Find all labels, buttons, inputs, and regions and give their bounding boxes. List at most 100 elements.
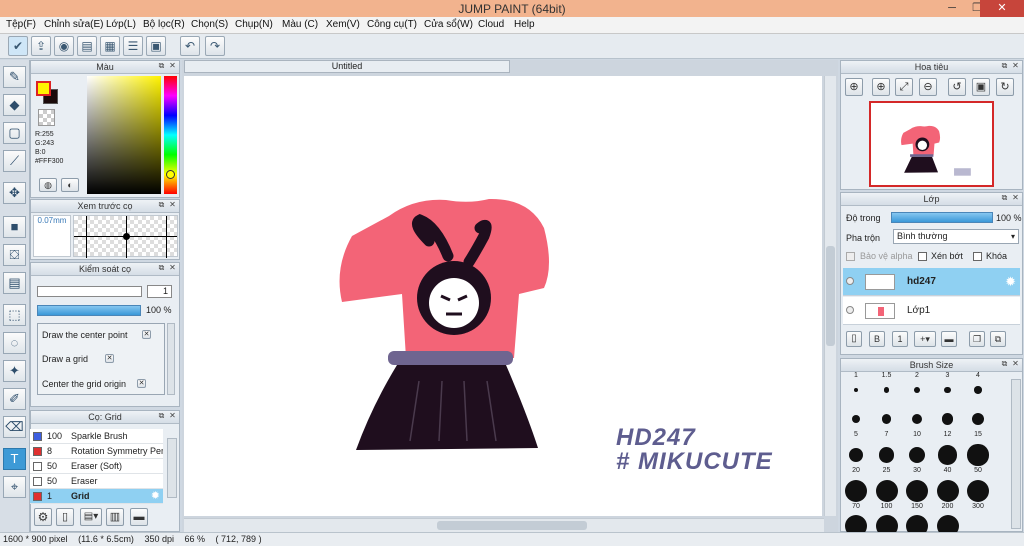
layer-row[interactable]: Lớp1: [843, 297, 1020, 325]
brush-size-dot[interactable]: [875, 480, 898, 502]
rotate-right-icon[interactable]: ↻: [996, 78, 1014, 96]
horizontal-scroll-thumb[interactable]: [437, 521, 587, 530]
menu-file[interactable]: Tệp(F): [6, 19, 36, 30]
redo-icon[interactable]: ↷: [205, 36, 225, 56]
eraser-tool-icon[interactable]: ◆: [3, 94, 26, 116]
transparent-swatch[interactable]: [38, 109, 55, 126]
rotate-left-icon[interactable]: ↺: [948, 78, 966, 96]
minimize-button[interactable]: ─: [938, 0, 966, 17]
vertical-scrollbar[interactable]: [824, 76, 836, 516]
line-tool-icon[interactable]: ⟋: [3, 150, 26, 172]
message-icon[interactable]: ▤: [77, 36, 97, 56]
brush-settings-icon[interactable]: ✹: [151, 489, 160, 503]
panel-close-icon[interactable]: ✕: [167, 200, 178, 211]
brush-size-dot[interactable]: [848, 447, 864, 463]
duplicate-layer-icon[interactable]: ❐: [969, 331, 985, 347]
gradient-tool-icon[interactable]: ▤: [3, 272, 26, 294]
layer-row[interactable]: hd247 ✹: [843, 268, 1020, 296]
brush-size-dot[interactable]: [936, 480, 959, 502]
brush-tool-icon[interactable]: ✎: [3, 66, 26, 88]
menu-layer[interactable]: Lớp(L): [106, 19, 136, 30]
panel-layout-icon[interactable]: ▣: [146, 36, 166, 56]
fit-screen-icon[interactable]: ⤢: [895, 78, 913, 96]
menu-view[interactable]: Xem(V): [326, 19, 360, 30]
panel-close-icon[interactable]: ✕: [167, 263, 178, 274]
magic-wand-icon[interactable]: ✦: [3, 360, 26, 382]
layer-folder-icon[interactable]: ▬: [941, 331, 957, 347]
new-layer-b-icon[interactable]: B: [869, 331, 885, 347]
option-grid-origin-checkbox[interactable]: ✕: [137, 379, 146, 388]
layer-settings-icon[interactable]: ✹: [1005, 274, 1016, 290]
menu-edit[interactable]: Chỉnh sửa(E): [44, 19, 104, 30]
brush-size-dot[interactable]: [845, 480, 867, 502]
brush-menu-icon[interactable]: ▤▾: [80, 508, 102, 526]
brush-size-dot[interactable]: [941, 413, 954, 425]
options-scrollbar[interactable]: [167, 323, 175, 395]
brush-size-dot[interactable]: [883, 387, 890, 393]
brush-list-item[interactable]: 100 Sparkle Brush: [30, 429, 163, 444]
clipping-checkbox[interactable]: [918, 252, 927, 261]
option-center-point-checkbox[interactable]: ✕: [142, 330, 151, 339]
navigator-thumbnail[interactable]: [869, 101, 994, 187]
select-eraser-icon[interactable]: ⌫: [3, 416, 26, 438]
close-button[interactable]: ✕: [980, 0, 1024, 17]
brush-size-input[interactable]: 1: [147, 285, 172, 298]
brush-size-dot[interactable]: [974, 386, 982, 394]
brush-size-dot[interactable]: [878, 447, 895, 463]
menu-window[interactable]: Cửa sổ(W): [424, 19, 473, 30]
reset-view-icon[interactable]: ▣: [972, 78, 990, 96]
eye-icon[interactable]: [846, 277, 854, 285]
brush-size-dot[interactable]: [944, 386, 951, 394]
popout-icon[interactable]: ⧉: [156, 61, 167, 72]
brush-size-dot[interactable]: [851, 414, 860, 423]
eyedropper-tool-icon[interactable]: ⌖: [3, 476, 26, 498]
menu-filter[interactable]: Bộ lọc(R): [143, 19, 185, 30]
move-tool-icon[interactable]: ✥: [3, 182, 26, 204]
drawing-canvas[interactable]: HD247 # MIKUCUTE: [184, 76, 822, 516]
brush-options-icon[interactable]: ⚙: [34, 508, 52, 526]
popout-icon[interactable]: ⧉: [999, 193, 1010, 204]
menu-capture[interactable]: Chụp(N): [235, 19, 273, 30]
vertical-scroll-thumb[interactable]: [826, 246, 835, 346]
lasso-select-icon[interactable]: ◌: [3, 332, 26, 354]
hue-handle[interactable]: [166, 170, 175, 179]
brush-copy-icon[interactable]: ▥: [106, 508, 124, 526]
zoom-in-icon[interactable]: ⊕: [872, 78, 890, 96]
zoom-out-icon[interactable]: ⊖: [919, 78, 937, 96]
brush-folder-icon[interactable]: ▬: [130, 508, 148, 526]
brush-size-dot[interactable]: [967, 444, 989, 466]
foreground-color-swatch[interactable]: [36, 81, 51, 96]
brush-list-item[interactable]: 1 Grid ✹: [30, 489, 163, 504]
select-pen-icon[interactable]: ✐: [3, 388, 26, 410]
popout-icon[interactable]: ⧉: [156, 263, 167, 274]
new-layer-1-icon[interactable]: 1: [892, 331, 908, 347]
menu-color[interactable]: Màu (C): [282, 19, 318, 30]
brush-size-dot[interactable]: [914, 387, 920, 393]
add-layer-menu-icon[interactable]: +▾: [914, 331, 936, 347]
color-wheel-icon[interactable]: ◍: [39, 178, 57, 192]
horizontal-scrollbar[interactable]: [184, 518, 824, 532]
popout-icon[interactable]: ⧉: [156, 200, 167, 211]
panel-close-icon[interactable]: ✕: [167, 411, 178, 422]
rect-select-icon[interactable]: ⬚: [3, 304, 26, 326]
popout-icon[interactable]: ⧉: [999, 61, 1010, 72]
brush-size-dot[interactable]: [906, 480, 928, 502]
rectangle-tool-icon[interactable]: ▢: [3, 122, 26, 144]
option-draw-grid-checkbox[interactable]: ✕: [105, 354, 114, 363]
brush-size-scrollbar[interactable]: [1011, 379, 1021, 529]
document-tab[interactable]: Untitled: [184, 60, 510, 73]
brush-size-dot[interactable]: [937, 445, 958, 465]
list-icon[interactable]: ☰: [123, 36, 143, 56]
document-icon[interactable]: ▦: [100, 36, 120, 56]
brush-list-item[interactable]: 50 Eraser: [30, 474, 163, 489]
brush-size-dot[interactable]: [881, 414, 892, 424]
panel-close-icon[interactable]: ✕: [1010, 61, 1021, 72]
brush-list-scrollbar[interactable]: [167, 438, 177, 498]
menu-cloud[interactable]: Cloud: [478, 19, 504, 30]
brush-size-dot[interactable]: [967, 480, 989, 502]
undo-icon[interactable]: ↶: [180, 36, 200, 56]
layer-opacity-slider[interactable]: [891, 212, 993, 223]
menu-tools[interactable]: Công cụ(T): [367, 19, 417, 30]
brush-list-item[interactable]: 50 Eraser (Soft): [30, 459, 163, 474]
comment-icon[interactable]: ◉: [54, 36, 74, 56]
